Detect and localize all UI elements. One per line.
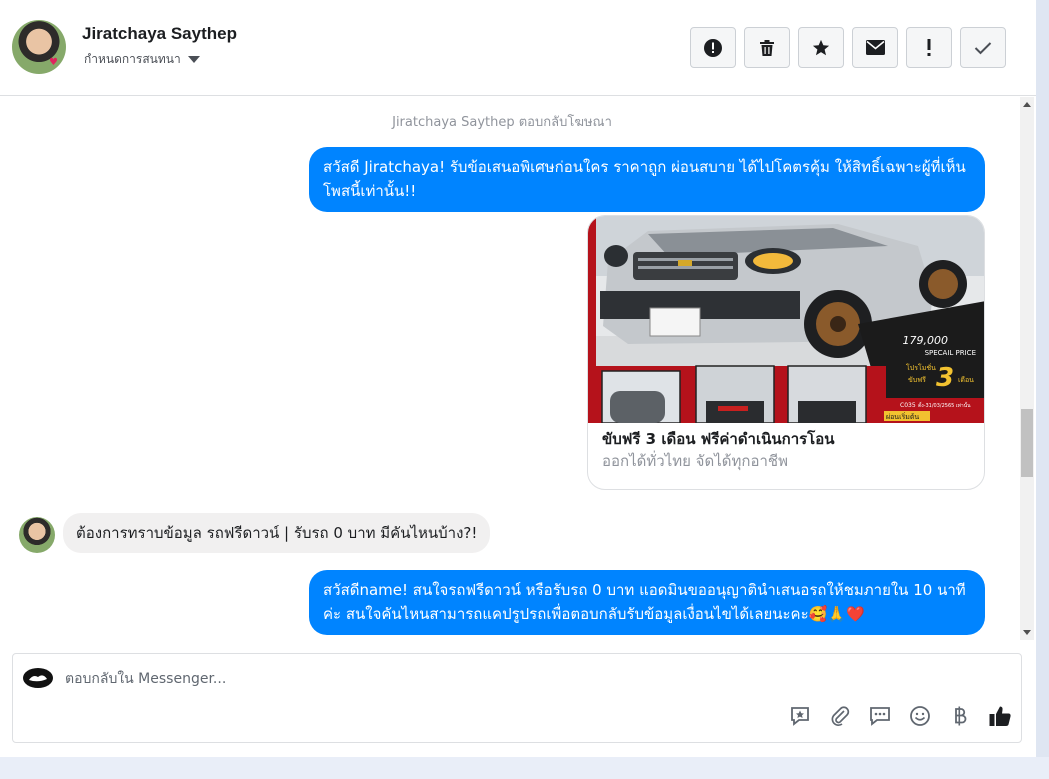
promo-month-text: เดือน — [958, 376, 974, 384]
attach-icon — [831, 706, 849, 727]
mark-unread-button[interactable] — [852, 27, 898, 68]
like-button[interactable] — [987, 704, 1012, 728]
exclamation-icon — [927, 38, 931, 56]
promo-code: C035 — [900, 402, 916, 409]
scroll-down-arrow-icon[interactable] — [1023, 630, 1031, 635]
promo-small-text: โปรโมชั่น — [906, 363, 936, 372]
saved-reply-button[interactable] — [787, 704, 812, 728]
trash-icon — [760, 39, 774, 56]
alert-circle-icon — [704, 38, 722, 57]
contact-avatar[interactable]: ♥ — [12, 20, 66, 74]
spam-button[interactable] — [690, 27, 736, 68]
window-edge — [1036, 0, 1049, 779]
done-button[interactable] — [960, 27, 1006, 68]
price-label: SPECAIL PRICE — [925, 349, 976, 357]
like-icon — [989, 706, 1011, 726]
assign-conversation-label: กำหนดการสนทนา — [84, 52, 181, 66]
follow-up-button[interactable] — [906, 27, 952, 68]
assign-conversation-dropdown[interactable]: กำหนดการสนทนา — [84, 50, 200, 69]
envelope-icon — [865, 40, 885, 55]
caret-down-icon — [187, 56, 200, 63]
star-button[interactable] — [798, 27, 844, 68]
emoji-icon — [909, 706, 930, 726]
delete-button[interactable] — [744, 27, 790, 68]
ad-card-image[interactable]: 179,000 SPECAIL PRICE โปรโมชั่น ขับฟรี 3… — [588, 216, 984, 423]
car-photo: 179,000 SPECAIL PRICE โปรโมชั่น ขับฟรี 3… — [588, 216, 984, 423]
message-thread: Jiratchaya Saythep ตอบกลับโฆษณา สวัสดี J… — [0, 97, 1020, 640]
header-toolbar — [690, 27, 1006, 68]
scroll-up-arrow-icon[interactable] — [1023, 102, 1031, 107]
ad-card-title: ขับฟรี 3 เดือน ฟรีค่าดำเนินการโอน — [602, 430, 835, 448]
promo-free-text: ขับฟรี — [908, 376, 926, 384]
inbox-panel: ♥ Jiratchaya Saythep กำหนดการสนทนา Jirat… — [0, 0, 1036, 757]
ad-card-subtitle: ออกได้ทั่วไทย จัดได้ทุกอาชีพ — [602, 452, 788, 470]
thread-scrollbar[interactable] — [1020, 97, 1034, 640]
baht-icon — [954, 706, 966, 726]
page-logo-icon — [29, 675, 47, 682]
heart-icon: ♥ — [49, 57, 58, 68]
scroll-thumb[interactable] — [1021, 409, 1033, 477]
promo-bottom-tag: ผ่อนเริ่มต้น — [886, 412, 919, 421]
window-bottom-edge — [0, 757, 1049, 779]
payment-button[interactable] — [947, 704, 972, 728]
conversation-header: ♥ Jiratchaya Saythep กำหนดการสนทนา — [0, 0, 1036, 96]
promo-number: 3 — [936, 363, 954, 393]
saved-reply-icon — [790, 707, 809, 726]
thread-meta: Jiratchaya Saythep ตอบกลับโฆษณา — [392, 115, 612, 130]
outgoing-message: สวัสดี Jiratchaya! รับข้อเสนอพิเศษก่อนใค… — [309, 147, 985, 212]
price-text: 179,000 — [903, 334, 949, 347]
composer-actions — [787, 704, 1012, 728]
message-composer — [12, 653, 1022, 743]
star-icon — [812, 39, 830, 55]
ad-card[interactable]: 179,000 SPECAIL PRICE โปรโมชั่น ขับฟรี 3… — [587, 215, 985, 490]
chat-icon — [869, 707, 890, 726]
check-icon — [974, 41, 992, 54]
outgoing-message: สวัสดีname! สนใจรถฟรีดาวน์ หรือรับรถ 0 บ… — [309, 570, 985, 635]
incoming-message: ต้องการทราบข้อมูล รถฟรีดาวน์ | รับรถ 0 บ… — [63, 513, 491, 553]
chat-button[interactable] — [867, 704, 892, 728]
contact-name[interactable]: Jiratchaya Saythep — [82, 24, 237, 44]
reply-input[interactable] — [65, 668, 765, 690]
page-avatar — [23, 668, 53, 688]
attach-button[interactable] — [827, 704, 852, 728]
sender-avatar[interactable] — [19, 517, 55, 553]
emoji-button[interactable] — [907, 704, 932, 728]
